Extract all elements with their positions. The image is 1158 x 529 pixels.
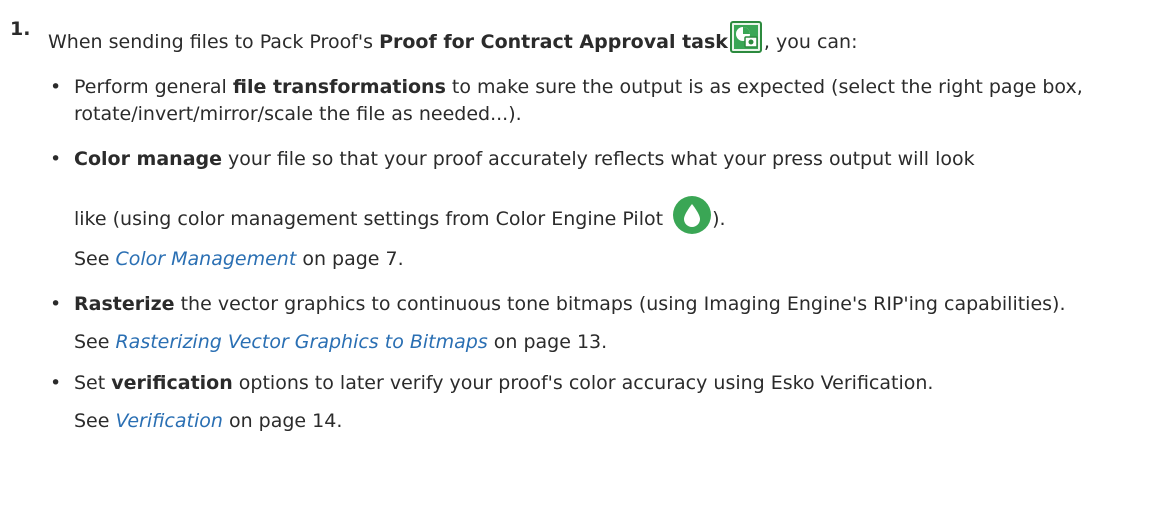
see-reference: See Rasterizing Vector Graphics to Bitma…	[74, 329, 1148, 356]
link-rasterizing-vector-graphics[interactable]: Rasterizing Vector Graphics to Bitmaps	[115, 331, 487, 353]
bullet-text-before: Set	[74, 372, 112, 394]
see-reference: See Verification on page 14.	[74, 408, 1148, 435]
bullet-text-after: the vector graphics to continuous tone b…	[174, 293, 1066, 315]
bullet-line-2-end: ).	[712, 208, 726, 230]
bullet-text-after: your file so that your proof accurately …	[222, 148, 975, 170]
list-item-rasterize: • Rasterize the vector graphics to contin…	[48, 291, 1148, 356]
list-item-color-manage: • Color manage your file so that your pro…	[48, 146, 1148, 273]
see-suffix: on page 14.	[222, 410, 343, 432]
capabilities-list: • Perform general file transformations to…	[48, 74, 1148, 435]
bullet-glyph: •	[50, 76, 62, 98]
see-reference: See Color Management on page 7.	[74, 246, 1148, 273]
proof-task-icon	[729, 21, 762, 53]
bullet-bold: Color manage	[74, 148, 223, 170]
see-suffix: on page 13.	[487, 331, 608, 353]
bullet-line-2-text: like (using color management settings fr…	[74, 208, 670, 230]
intro-paragraph: When sending files to Pack Proof's Proof…	[48, 14, 857, 70]
task-name: Proof for Contract Approval task	[379, 31, 728, 53]
see-prefix: See	[74, 248, 116, 270]
see-suffix: on page 7.	[296, 248, 404, 270]
bullet-bold: file transformations	[232, 76, 446, 98]
intro-text-after: , you can:	[763, 31, 858, 53]
see-prefix: See	[74, 410, 116, 432]
list-item-file-transformations: • Perform general file transformations to…	[48, 74, 1148, 128]
bullet-glyph: •	[50, 293, 62, 315]
step-number: 1.	[10, 18, 31, 40]
color-engine-pilot-icon	[673, 196, 712, 234]
list-item-verification: • Set verification options to later verif…	[48, 370, 1148, 435]
see-prefix: See	[74, 331, 116, 353]
bullet-glyph: •	[50, 372, 62, 394]
bullet-text-after: options to later verify your proof's col…	[232, 372, 934, 394]
bullet-line-2: like (using color management settings fr…	[74, 195, 1148, 235]
bullet-bold: Rasterize	[74, 293, 175, 315]
bullet-bold: verification	[111, 372, 233, 394]
link-color-management[interactable]: Color Management	[115, 248, 296, 270]
link-verification[interactable]: Verification	[115, 410, 222, 432]
bullet-glyph: •	[50, 148, 62, 170]
intro-text-before: When sending files to Pack Proof's	[48, 31, 380, 53]
bullet-text-before: Perform general	[74, 76, 233, 98]
